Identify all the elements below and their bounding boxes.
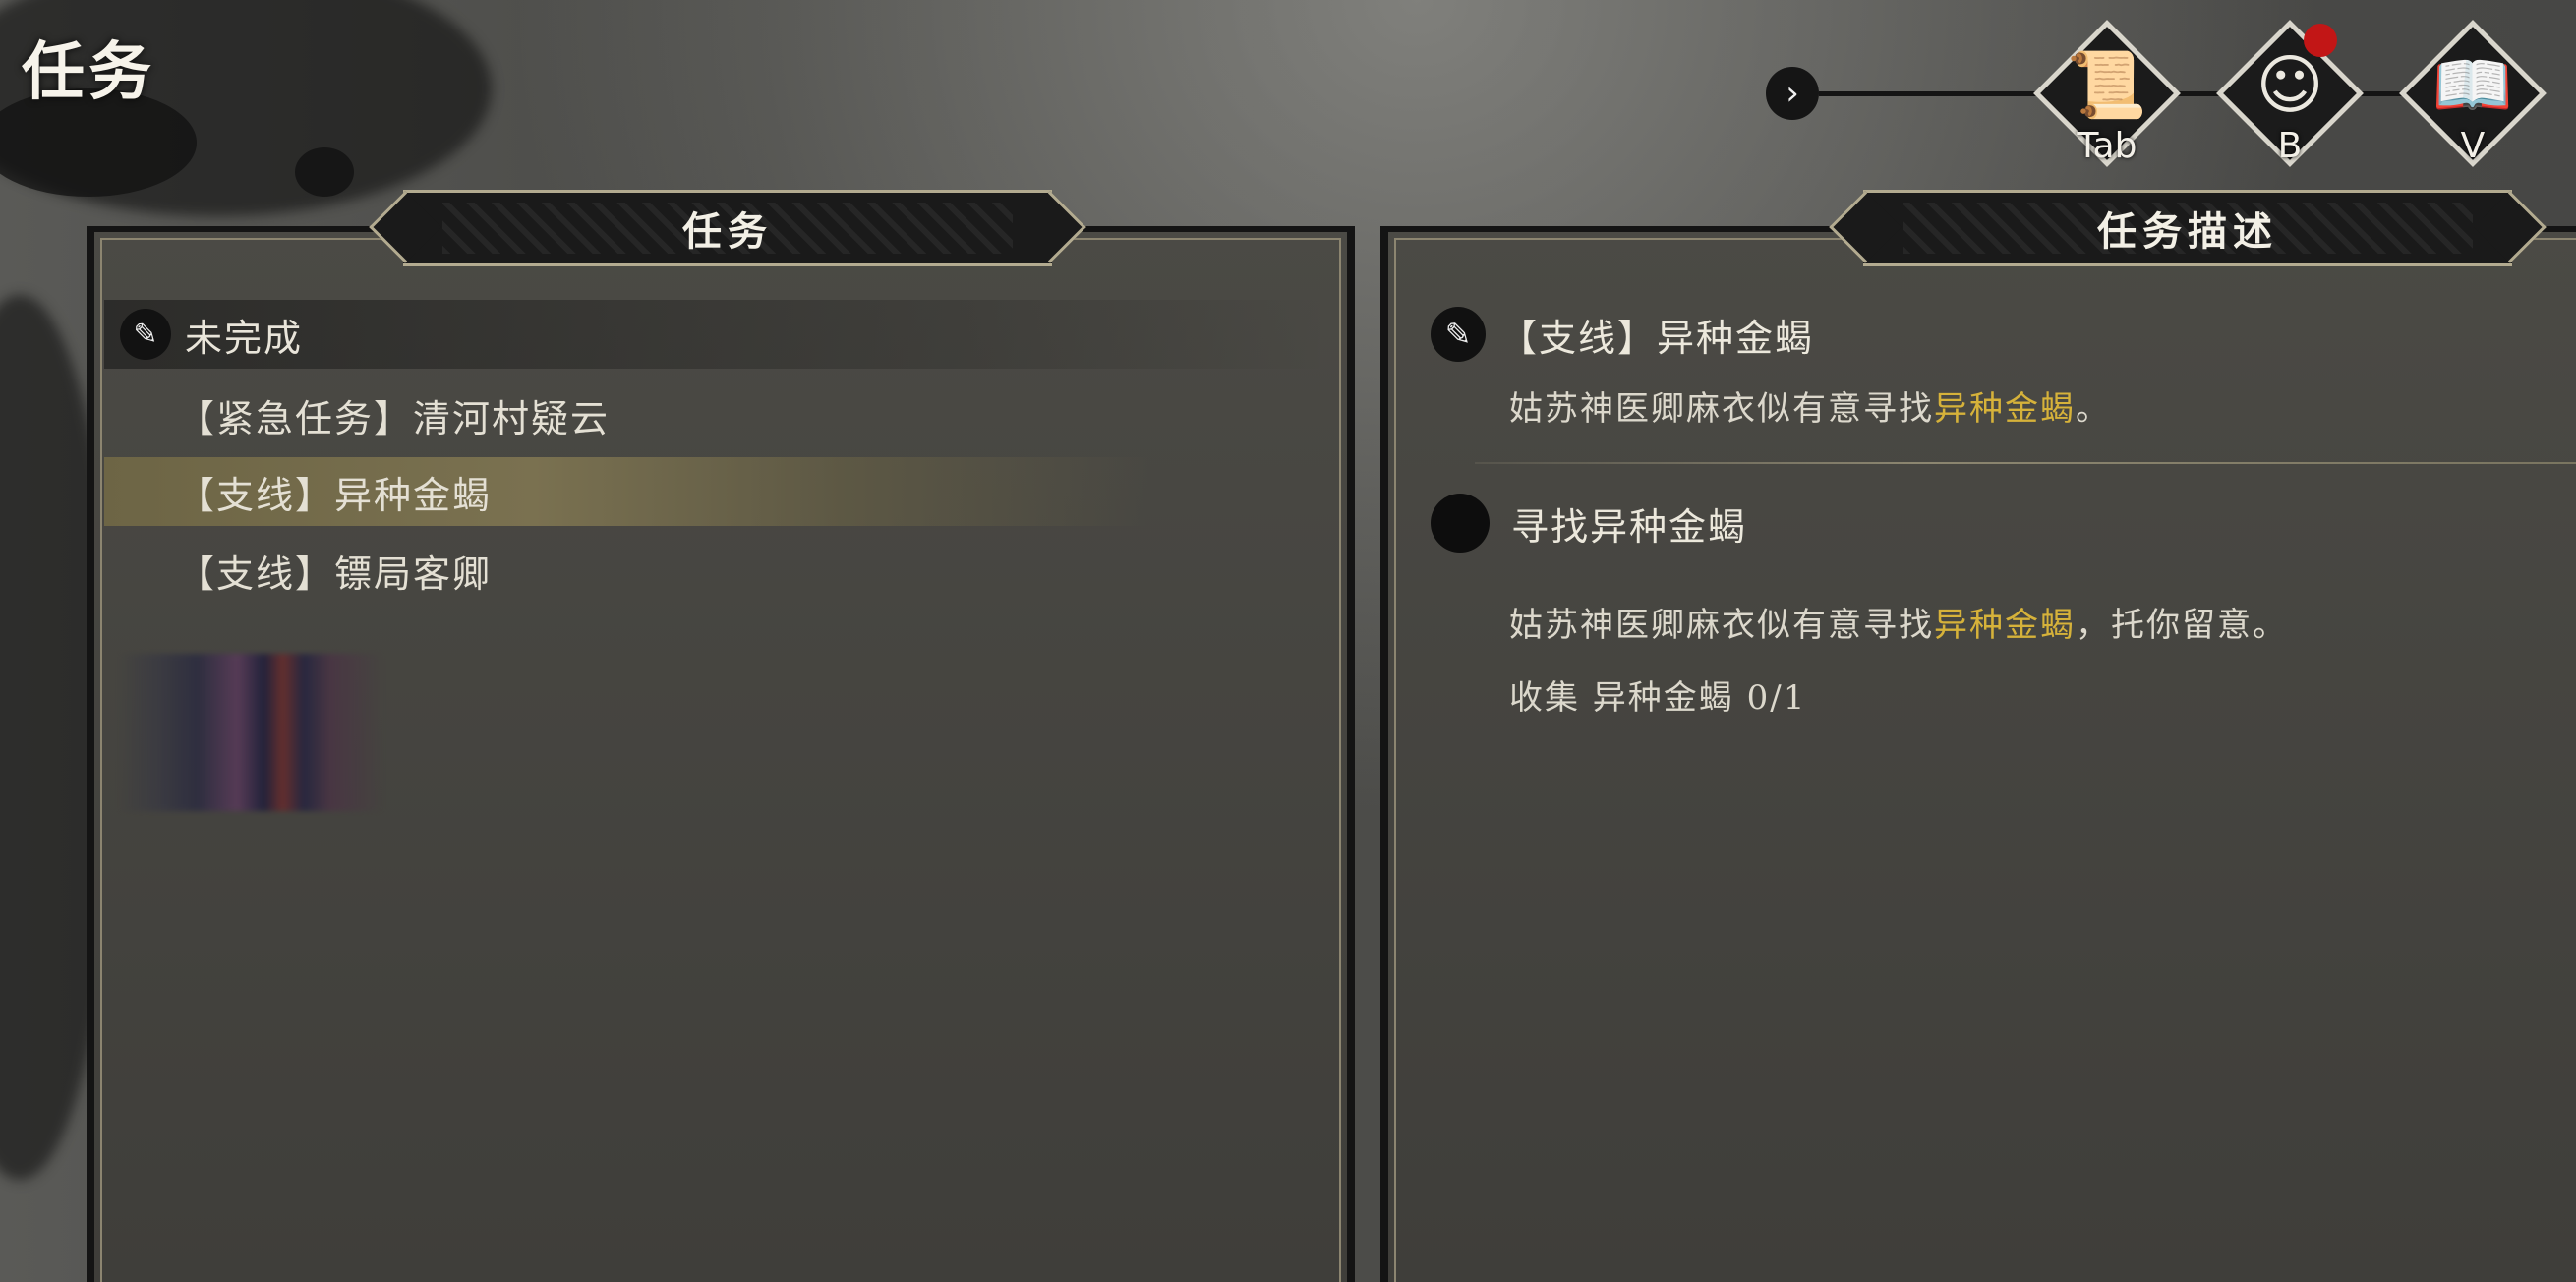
ink-bird-icon: ✎ [1431,307,1486,362]
objective-description: 姑苏神医卿麻衣似有意寻找异种金蝎，托你留意。 [1509,598,2288,646]
nav-button-character[interactable]: ☺ B [2216,20,2364,167]
nav-hotkey-label: Tab [2077,126,2137,166]
objective-progress: 收集 异种金蝎 0/1 [1509,678,1807,718]
scroll-icon: 📜 [2066,47,2148,123]
objective-row: 寻找异种金蝎 [1431,492,1747,554]
nav-hotkey-label: B [2277,126,2303,166]
ink-bird-icon: ✎ [120,309,171,360]
nav-arrow-button[interactable]: › [1766,67,1819,120]
description-quest-title: 【支线】异种金蝎 [1499,316,1815,360]
quest-item-label: 【支线】镖局客卿 [177,552,493,596]
objective-highlight: 异种金蝎 [1934,606,2076,645]
incomplete-section-header[interactable]: ✎ 未完成 [104,300,1333,369]
quest-item-label: 【支线】异种金蝎 [177,473,493,517]
character-icon: ☺ [2255,47,2324,123]
objective-text: 姑苏神医卿麻衣似有意寻找 [1509,606,1934,645]
summary-text: 姑苏神医卿麻衣似有意寻找 [1509,389,1934,429]
notification-dot [2304,24,2337,57]
summary-text-end: 。 [2076,389,2111,429]
ink-splash [295,147,354,197]
render-artifact [118,654,383,811]
quest-item-urgent[interactable]: 【紧急任务】清河村疑云 [104,380,1333,449]
page-title: 任务 [22,35,155,109]
description-divider [1475,462,2576,464]
chevron-right-icon: › [1786,74,1799,113]
objective-title: 寻找异种金蝎 [1511,504,1748,549]
description-panel-title: 任务描述 [2097,208,2278,255]
nav-button-quest-scroll[interactable]: 📜 Tab [2033,20,2181,167]
quest-summary: 姑苏神医卿麻衣似有意寻找异种金蝎。 [1509,381,2111,430]
objective-marker-icon [1431,494,1490,553]
nav-button-book[interactable]: 📖 V [2399,20,2547,167]
description-quest-title-row: ✎ 【支线】异种金蝎 [1431,303,1814,366]
quest-panel-banner: 任务 [403,190,1052,266]
quest-item-selected[interactable]: 【支线】异种金蝎 [104,457,1333,526]
section-label: 未完成 [185,316,304,360]
summary-highlight: 异种金蝎 [1934,389,2076,429]
quest-item-escort[interactable]: 【支线】镖局客卿 [104,536,1333,605]
quest-panel-title: 任务 [682,208,773,255]
nav-hotkey-label: V [2460,126,2486,166]
quest-item-label: 【紧急任务】清河村疑云 [177,396,611,440]
objective-text-end: ，托你留意。 [2076,606,2288,645]
book-icon: 📖 [2431,47,2514,123]
description-panel-banner: 任务描述 [1863,190,2512,266]
